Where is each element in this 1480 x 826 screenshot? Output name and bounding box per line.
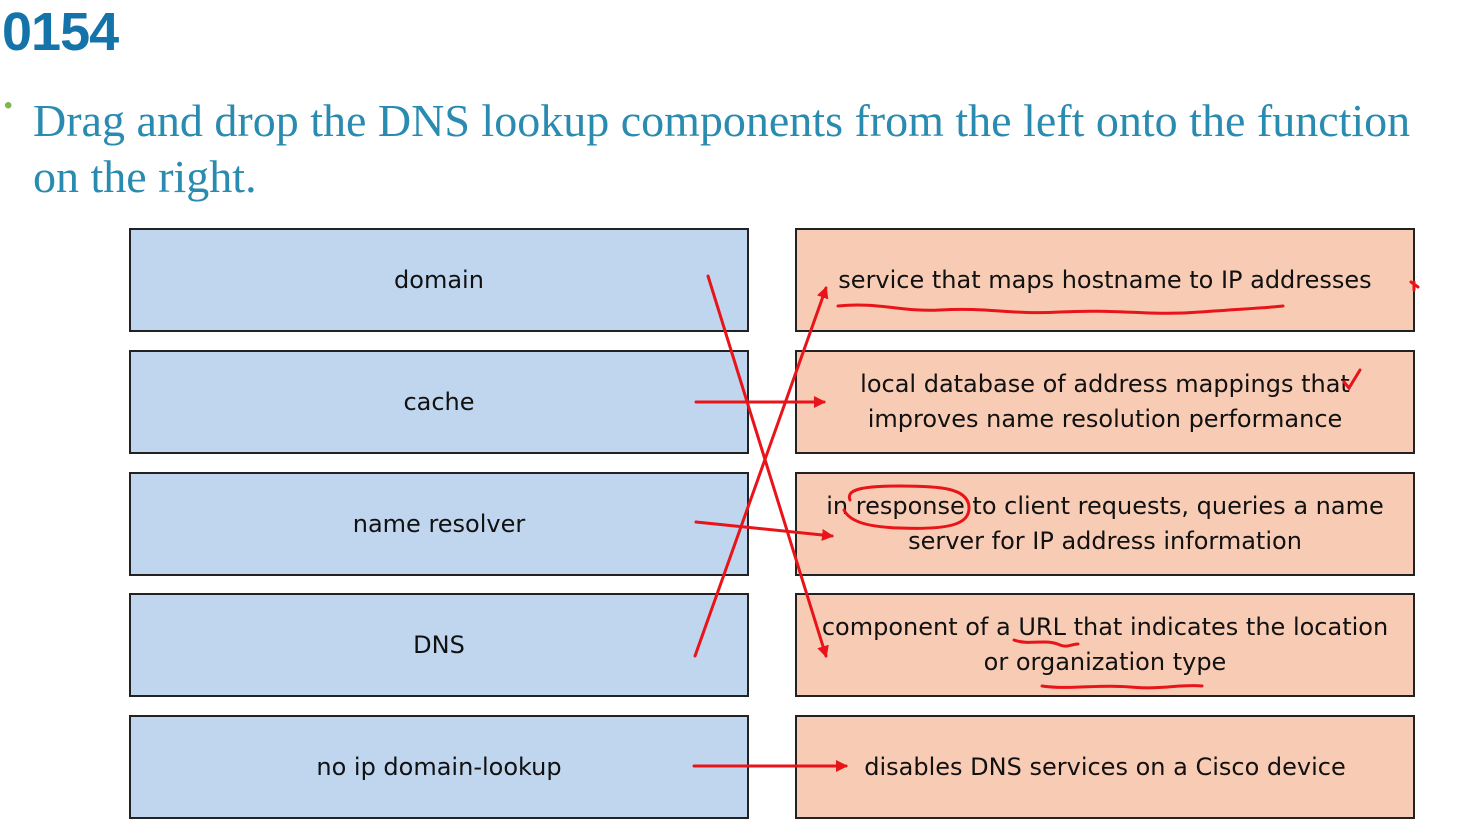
component-label: no ip domain-lookup [316, 752, 562, 781]
component-dns[interactable]: DNS [129, 593, 749, 697]
component-no-ip-domain-lookup[interactable]: no ip domain-lookup [129, 715, 749, 819]
function-label: local database of address mappings that … [860, 370, 1350, 433]
component-cache[interactable]: cache [129, 350, 749, 454]
function-resolver-query[interactable]: in response to client requests, queries … [795, 472, 1415, 576]
component-name-resolver[interactable]: name resolver [129, 472, 749, 576]
function-cache-database[interactable]: local database of address mappings that … [795, 350, 1415, 454]
function-label: service that maps hostname to IP address… [838, 265, 1372, 294]
bullet-marker: • [4, 92, 13, 119]
instruction-text: Drag and drop the DNS lookup components … [33, 95, 1411, 202]
component-label: name resolver [352, 509, 526, 538]
function-label: disables DNS services on a Cisco device [864, 752, 1346, 781]
component-label: domain [394, 265, 484, 294]
component-domain[interactable]: domain [129, 228, 749, 332]
function-disable-dns[interactable]: disables DNS services on a Cisco device [795, 715, 1415, 819]
question-number: 0154 [2, 2, 119, 62]
function-dns-service[interactable]: service that maps hostname to IP address… [795, 228, 1415, 332]
function-label: in response to client requests, queries … [826, 492, 1384, 555]
component-label: cache [403, 387, 475, 416]
function-label: component of a URL that indicates the lo… [821, 613, 1389, 676]
function-url-domain[interactable]: component of a URL that indicates the lo… [795, 593, 1415, 697]
component-label: DNS [413, 630, 465, 659]
